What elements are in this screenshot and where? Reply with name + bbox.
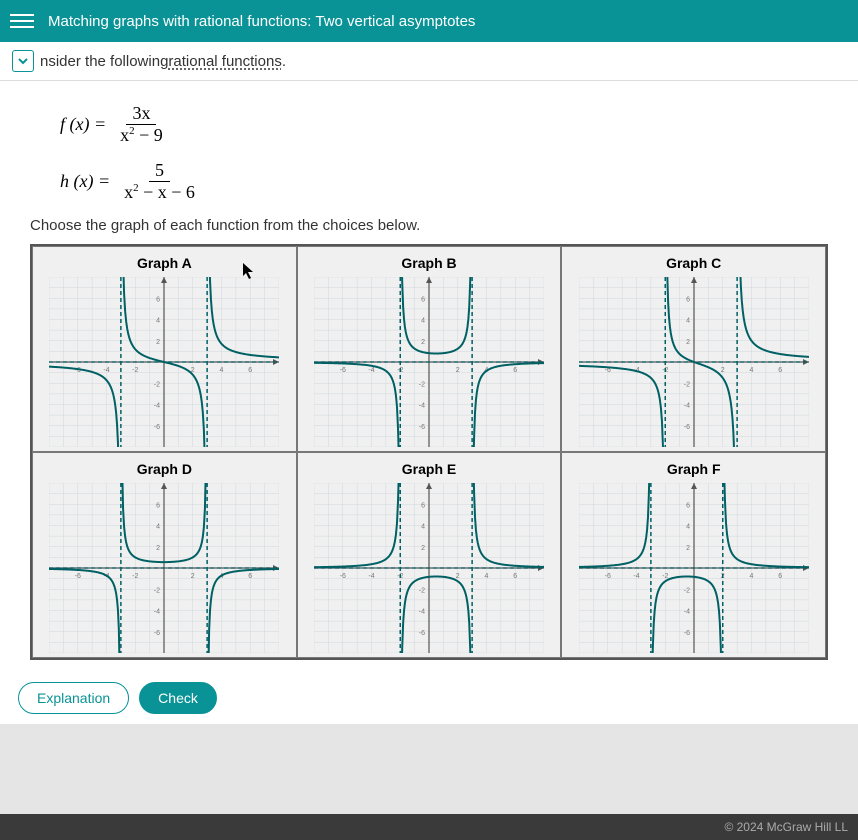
menu-icon[interactable] <box>10 9 34 33</box>
svg-text:-6: -6 <box>75 573 81 580</box>
svg-text:-6: -6 <box>683 630 689 637</box>
svg-text:2: 2 <box>720 367 724 374</box>
svg-text:6: 6 <box>686 502 690 509</box>
svg-text:-4: -4 <box>154 403 160 410</box>
explanation-button[interactable]: Explanation <box>18 682 129 714</box>
svg-text:-6: -6 <box>419 630 425 637</box>
graph-f[interactable]: Graph F -6-6-4-4-2-2224466 <box>561 452 826 658</box>
svg-text:-4: -4 <box>683 403 689 410</box>
svg-text:4: 4 <box>686 524 690 531</box>
svg-text:2: 2 <box>421 339 425 346</box>
svg-text:4: 4 <box>485 573 489 580</box>
svg-text:2: 2 <box>456 367 460 374</box>
svg-text:-6: -6 <box>340 367 346 374</box>
svg-text:-2: -2 <box>683 587 689 594</box>
graphs-grid: Graph A -6-6-4-4-2-2224466 Graph B -6-6-… <box>30 244 828 660</box>
button-row: Explanation Check <box>0 670 858 724</box>
svg-text:-2: -2 <box>132 573 138 580</box>
graph-a[interactable]: Graph A -6-6-4-4-2-2224466 <box>32 246 297 452</box>
chevron-down-icon[interactable] <box>12 50 34 72</box>
svg-text:4: 4 <box>421 318 425 325</box>
svg-text:6: 6 <box>421 502 425 509</box>
svg-text:-6: -6 <box>340 573 346 580</box>
svg-text:6: 6 <box>249 367 253 374</box>
svg-text:-6: -6 <box>604 573 610 580</box>
svg-text:2: 2 <box>456 573 460 580</box>
svg-text:-4: -4 <box>368 367 374 374</box>
equation-f: f (x) = 3x x2 − 9 <box>60 103 828 146</box>
svg-text:-2: -2 <box>419 587 425 594</box>
svg-text:-2: -2 <box>132 367 138 374</box>
graph-d[interactable]: Graph D -6-6-4-4-2-2224466 <box>32 452 297 658</box>
svg-text:6: 6 <box>513 573 517 580</box>
svg-text:-2: -2 <box>154 587 160 594</box>
svg-text:-4: -4 <box>154 609 160 616</box>
svg-text:-4: -4 <box>104 367 110 374</box>
problem-body: f (x) = 3x x2 − 9 h (x) = 5 x2 − x − 6 C… <box>0 81 858 670</box>
svg-text:-2: -2 <box>154 381 160 388</box>
check-button[interactable]: Check <box>139 682 217 714</box>
svg-text:-6: -6 <box>419 424 425 431</box>
svg-text:-4: -4 <box>683 609 689 616</box>
svg-text:6: 6 <box>778 367 782 374</box>
graph-e[interactable]: Graph E -6-6-4-4-2-2224466 <box>297 452 562 658</box>
instruction-text: Choose the graph of each function from t… <box>30 217 828 234</box>
svg-text:2: 2 <box>421 545 425 552</box>
svg-text:6: 6 <box>686 296 690 303</box>
svg-text:6: 6 <box>421 296 425 303</box>
graph-b[interactable]: Graph B -6-6-4-4-2-2224466 <box>297 246 562 452</box>
svg-text:4: 4 <box>749 367 753 374</box>
rational-functions-link[interactable]: rational functions <box>168 53 281 70</box>
svg-text:6: 6 <box>156 296 160 303</box>
svg-text:-6: -6 <box>154 630 160 637</box>
svg-text:4: 4 <box>156 524 160 531</box>
svg-text:4: 4 <box>156 318 160 325</box>
svg-text:6: 6 <box>778 573 782 580</box>
svg-text:4: 4 <box>220 367 224 374</box>
svg-text:2: 2 <box>686 545 690 552</box>
svg-text:6: 6 <box>156 502 160 509</box>
svg-text:-2: -2 <box>683 381 689 388</box>
svg-text:-4: -4 <box>633 573 639 580</box>
svg-text:4: 4 <box>749 573 753 580</box>
svg-text:-4: -4 <box>368 573 374 580</box>
svg-text:-6: -6 <box>683 424 689 431</box>
app-header: Matching graphs with rational functions:… <box>0 0 858 42</box>
header-title: Matching graphs with rational functions:… <box>48 13 475 30</box>
subheader-suffix: . <box>282 53 286 70</box>
subheader-prefix: nsider the following <box>40 53 168 70</box>
svg-text:4: 4 <box>421 524 425 531</box>
copyright-footer: © 2024 McGraw Hill LL <box>0 814 858 840</box>
subheader: nsider the following rational functions … <box>0 42 858 81</box>
svg-text:2: 2 <box>191 573 195 580</box>
svg-text:2: 2 <box>686 339 690 346</box>
svg-text:2: 2 <box>156 339 160 346</box>
svg-text:-4: -4 <box>419 403 425 410</box>
svg-text:6: 6 <box>513 367 517 374</box>
svg-text:6: 6 <box>249 573 253 580</box>
equation-h: h (x) = 5 x2 − x − 6 <box>60 160 828 203</box>
svg-text:-6: -6 <box>154 424 160 431</box>
svg-text:4: 4 <box>686 318 690 325</box>
svg-text:-4: -4 <box>419 609 425 616</box>
svg-text:-2: -2 <box>419 381 425 388</box>
graph-c[interactable]: Graph C -6-6-4-4-2-2224466 <box>561 246 826 452</box>
svg-text:2: 2 <box>156 545 160 552</box>
